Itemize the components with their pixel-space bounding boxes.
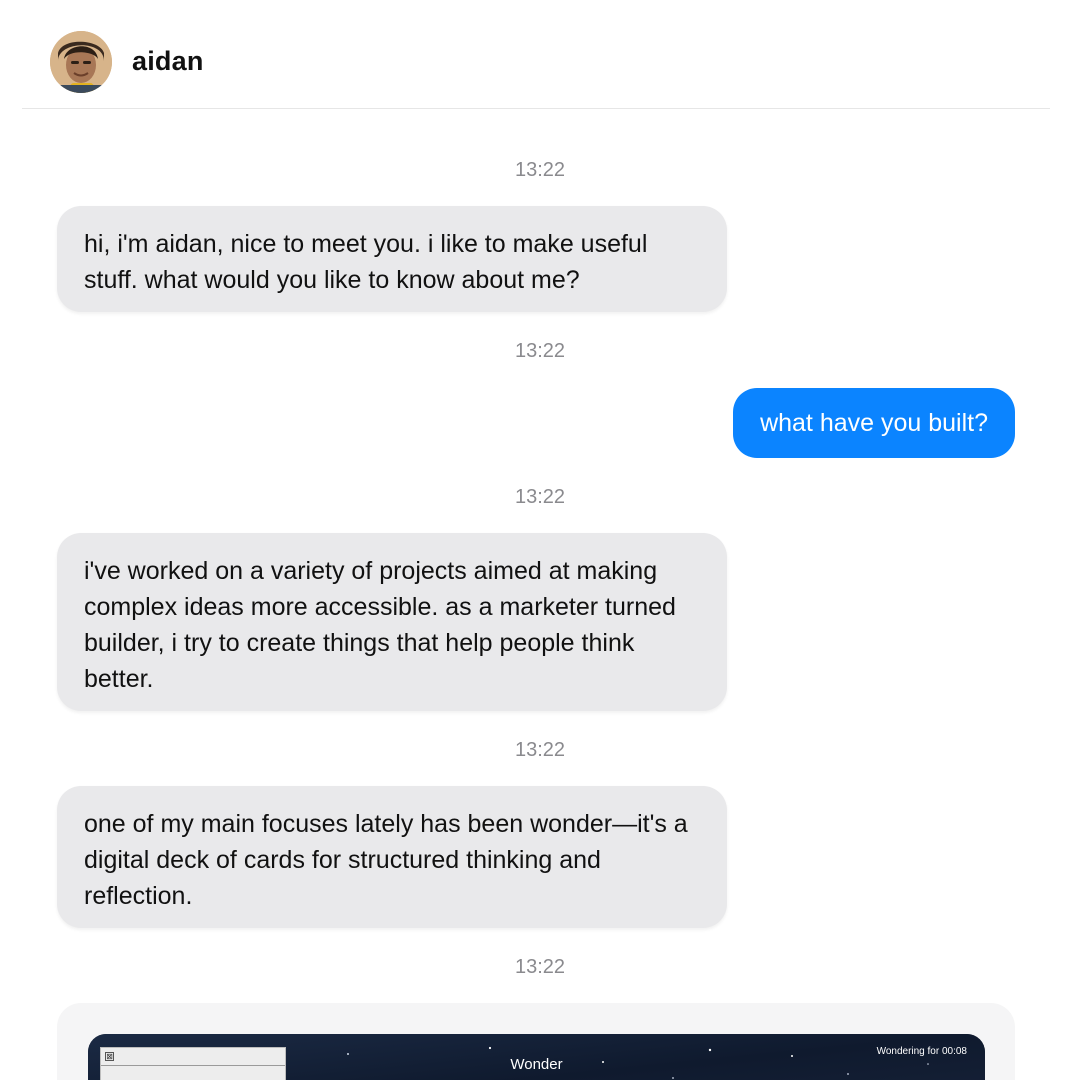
message-timestamp: 13:22 xyxy=(514,739,566,761)
message-timestamp: 13:22 xyxy=(514,159,566,181)
incoming-message-bubble: one of my main focuses lately has been w… xyxy=(57,786,727,928)
incoming-message-bubble: i've worked on a variety of projects aim… xyxy=(57,533,727,711)
chat-header: aidan xyxy=(22,0,1050,109)
message-timestamp: 13:22 xyxy=(514,340,566,362)
incoming-message-bubble: hi, i'm aidan, nice to meet you. i like … xyxy=(57,206,727,312)
user-avatar-icon[interactable] xyxy=(50,31,112,93)
preview-timer: Wondering for 00:08 xyxy=(876,1046,967,1057)
contact-name: aidan xyxy=(132,46,204,76)
link-preview-card[interactable]: ⊠ Wonder Wondering for 00:08 xyxy=(57,1003,1015,1080)
message-timestamp: 13:22 xyxy=(514,956,566,978)
message-timestamp: 13:22 xyxy=(514,486,566,508)
preview-title: Wonder xyxy=(510,1056,563,1073)
wonder-preview-image[interactable]: ⊠ Wonder Wondering for 00:08 xyxy=(88,1034,985,1080)
chat-window: aidan 13:22 hi, i'm aidan, nice to meet … xyxy=(0,0,1080,1080)
outgoing-message-bubble: what have you built? xyxy=(733,388,1015,458)
